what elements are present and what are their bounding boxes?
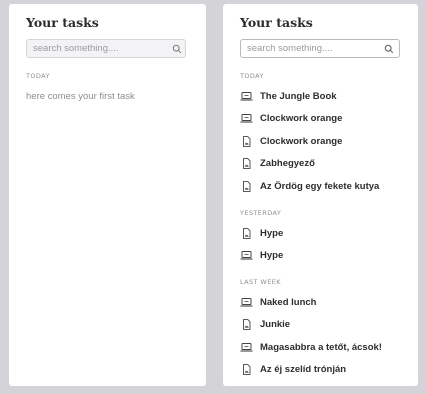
task-title: Az éj szelíd trónján — [260, 363, 347, 375]
document-icon — [243, 227, 251, 239]
document-icon — [243, 318, 251, 330]
laptop-icon — [240, 297, 253, 307]
laptop-icon — [240, 250, 253, 260]
laptop-icon — [240, 342, 253, 352]
task-item[interactable]: Zabhegyező — [240, 156, 315, 170]
task-item[interactable]: The Jungle Book — [240, 89, 337, 103]
task-title: The Jungle Book — [260, 90, 337, 102]
task-title: Magasabbra a tetőt, ácsok! — [260, 341, 382, 353]
section-yesterday-label: YESTERDAY — [240, 209, 282, 217]
document-icon — [243, 180, 251, 192]
panel-title: Your tasks — [240, 15, 313, 30]
task-panel: Your tasks TODAY The Jungle Book Clockwo… — [223, 4, 418, 386]
task-item[interactable]: Az Ördög egy fekete kutya — [240, 179, 379, 193]
task-item[interactable]: Hype — [240, 226, 283, 240]
task-title: Clockwork orange — [260, 135, 343, 147]
task-title: Hype — [260, 249, 284, 261]
task-title: Junkie — [260, 318, 291, 330]
task-title: Hype — [260, 227, 284, 239]
task-title: Zabhegyező — [260, 157, 315, 169]
panel-title: Your tasks — [26, 15, 99, 30]
task-item[interactable]: Junkie — [240, 317, 290, 331]
task-item[interactable]: Clockwork orange — [240, 111, 342, 125]
laptop-icon — [240, 113, 253, 123]
section-last-week-label: LAST WEEK — [240, 278, 281, 286]
task-item[interactable]: Az éj szelíd trónján — [240, 362, 346, 376]
task-item[interactable]: Naked lunch — [240, 295, 317, 309]
task-panel-empty: Your tasks TODAY here comes your first t… — [9, 4, 206, 386]
task-title: Naked lunch — [260, 296, 317, 308]
laptop-icon — [240, 91, 253, 101]
task-item[interactable]: Clockwork orange — [240, 134, 342, 148]
task-item[interactable]: Hype — [240, 248, 283, 262]
search-input[interactable] — [26, 39, 186, 58]
empty-state-text: here comes your first task — [26, 91, 135, 102]
document-icon — [243, 157, 251, 169]
task-title: Clockwork orange — [260, 112, 343, 124]
section-today-label: TODAY — [26, 72, 50, 80]
task-item[interactable]: Magasabbra a tetőt, ácsok! — [240, 340, 382, 354]
search-input[interactable] — [240, 39, 400, 58]
document-icon — [243, 135, 251, 147]
task-title: Az Ördög egy fekete kutya — [260, 180, 380, 192]
search-icon[interactable] — [384, 44, 394, 54]
search-icon[interactable] — [172, 44, 182, 54]
document-icon — [243, 363, 251, 375]
section-today-label: TODAY — [240, 72, 264, 80]
